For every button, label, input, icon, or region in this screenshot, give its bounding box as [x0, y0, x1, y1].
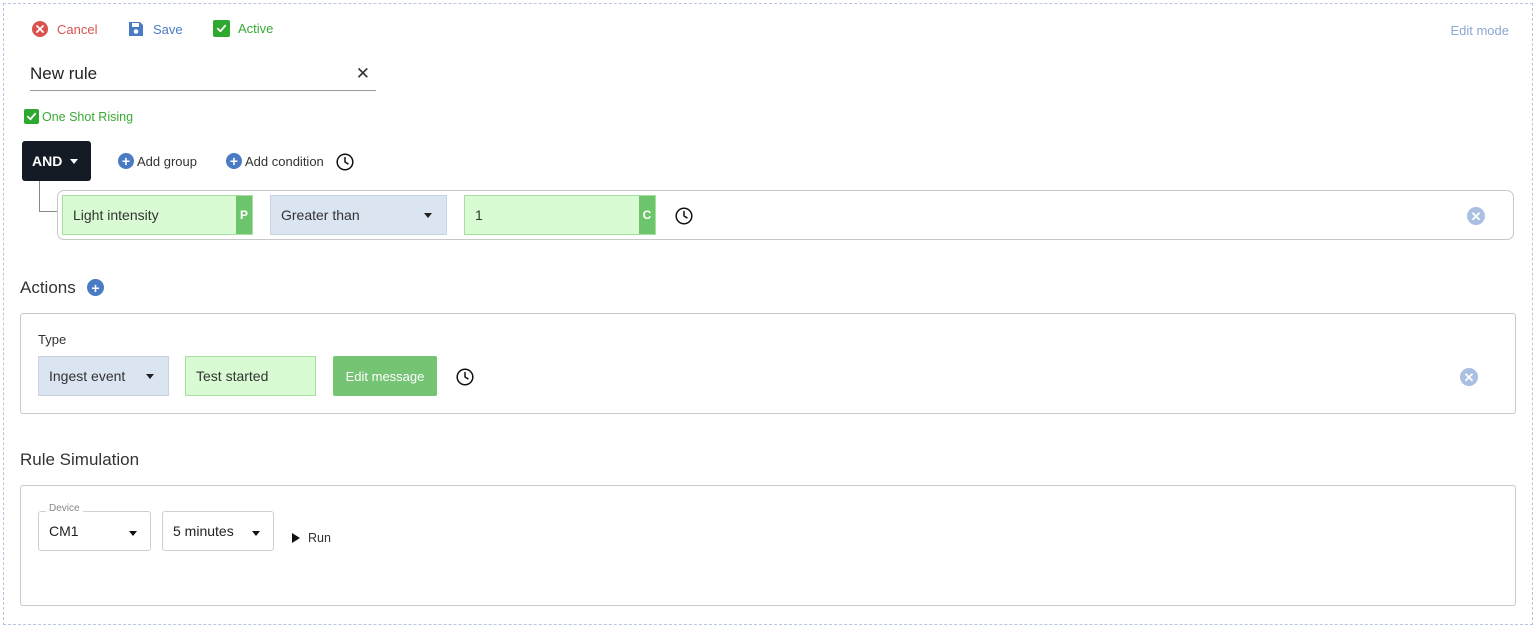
play-icon — [292, 533, 300, 543]
tree-connector — [39, 181, 40, 212]
cancel-button[interactable]: Cancel — [31, 20, 97, 38]
operator-value: AND — [32, 153, 63, 169]
save-label: Save — [153, 21, 183, 37]
caret-down-icon — [146, 374, 154, 379]
cancel-icon — [32, 21, 48, 37]
operator-dropdown[interactable]: AND — [22, 141, 91, 181]
caret-down-icon — [70, 158, 79, 164]
edit-message-label: Edit message — [345, 368, 425, 384]
active-checkbox[interactable]: Active — [213, 20, 273, 37]
active-label: Active — [238, 21, 274, 36]
duration-dropdown[interactable]: 5 minutes — [162, 511, 274, 551]
duration-value: 5 minutes — [173, 523, 234, 539]
caret-down-icon — [129, 531, 137, 536]
rule-name-value[interactable]: New rule — [30, 64, 97, 84]
remove-condition-icon[interactable]: ✕ — [1467, 207, 1485, 225]
caret-down-icon — [252, 531, 260, 536]
condition-value-field[interactable]: 1 C — [464, 195, 656, 235]
edit-mode-indicator: Edit mode — [1450, 23, 1509, 38]
comparator-value: Greater than — [281, 207, 360, 223]
add-condition-label: Add condition — [245, 153, 324, 169]
comparator-dropdown[interactable]: Greater than — [270, 195, 447, 235]
checkbox-checked-icon — [213, 20, 230, 37]
condition-property-value: Light intensity — [73, 207, 159, 223]
caret-down-icon — [424, 213, 432, 218]
action-type-label: Type — [38, 332, 67, 347]
action-type-dropdown[interactable]: Ingest event — [38, 356, 169, 396]
device-label: Device — [46, 503, 83, 514]
device-dropdown[interactable]: CM1 — [38, 511, 151, 551]
run-label: Run — [308, 531, 331, 545]
condition-property-field[interactable]: Light intensity P — [62, 195, 253, 235]
actions-title: Actions — [20, 278, 76, 297]
add-group-label: Add group — [137, 153, 197, 169]
property-tag: P — [236, 196, 252, 234]
add-group-button[interactable]: + Add group — [118, 153, 197, 169]
plus-circle-icon: + — [226, 153, 242, 169]
add-condition-button[interactable]: + Add condition — [226, 153, 324, 169]
condition-value: 1 — [475, 207, 483, 223]
clock-icon[interactable] — [456, 368, 474, 386]
cancel-label: Cancel — [57, 21, 98, 37]
clear-icon[interactable]: ✕ — [356, 65, 370, 82]
simulation-title: Rule Simulation — [20, 450, 140, 469]
save-icon — [129, 22, 143, 36]
action-type-value: Ingest event — [49, 368, 126, 384]
checkbox-checked-icon — [24, 109, 39, 124]
rule-name-field[interactable]: New rule ✕ — [30, 56, 376, 91]
one-shot-rising-checkbox[interactable]: One Shot Rising — [24, 109, 133, 124]
device-value: CM1 — [49, 523, 79, 539]
run-button[interactable]: Run — [292, 531, 331, 545]
constant-tag: C — [639, 196, 655, 234]
save-button[interactable]: Save — [127, 20, 183, 38]
action-message-value: Test started — [196, 368, 269, 384]
clock-icon[interactable] — [675, 207, 693, 225]
clock-icon[interactable] — [336, 153, 354, 171]
tree-connector — [39, 211, 57, 212]
one-shot-rising-label: One Shot Rising — [42, 109, 134, 124]
remove-action-icon[interactable]: ✕ — [1460, 368, 1478, 386]
action-message-field[interactable]: Test started — [185, 356, 316, 396]
plus-circle-icon: + — [118, 153, 134, 169]
edit-message-button[interactable]: Edit message — [333, 356, 437, 396]
add-action-icon[interactable]: + — [87, 279, 104, 296]
